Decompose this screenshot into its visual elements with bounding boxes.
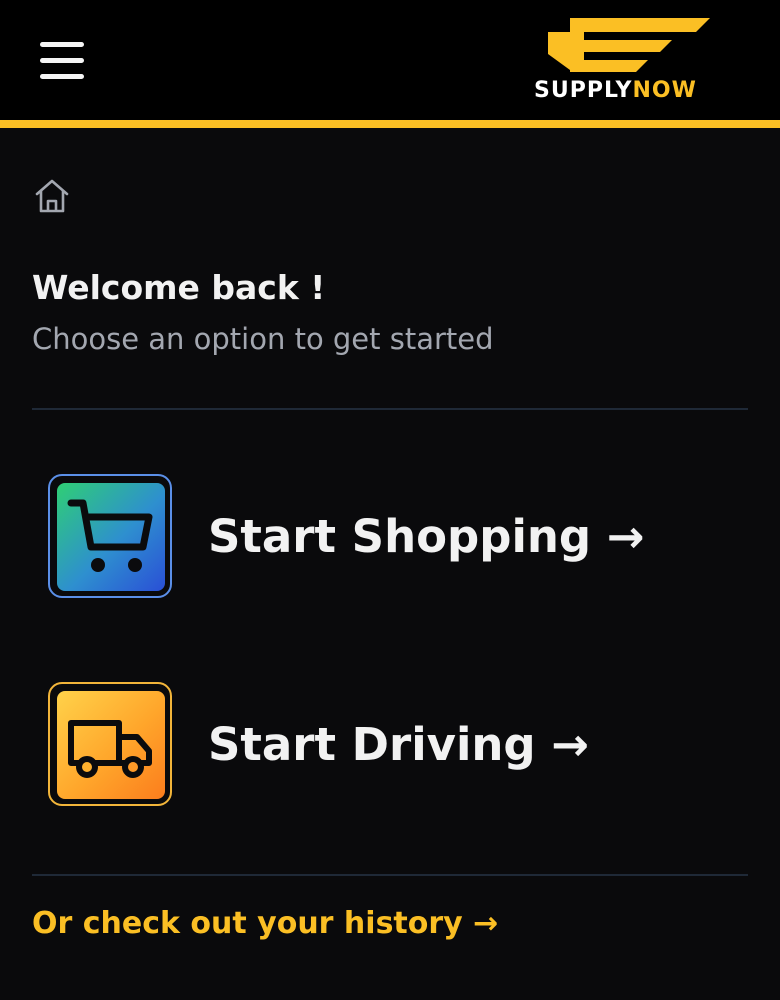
hamburger-menu-icon xyxy=(40,42,84,47)
driving-tile xyxy=(48,682,172,806)
start-driving-label: Start Driving → xyxy=(208,718,590,771)
menu-button[interactable] xyxy=(36,38,88,82)
supplynow-logo-mark-icon xyxy=(548,18,710,72)
page-title: Welcome back ! xyxy=(32,268,326,307)
start-shopping-option[interactable]: Start Shopping → xyxy=(48,474,728,602)
home-icon xyxy=(35,179,69,213)
start-driving-option[interactable]: Start Driving → xyxy=(48,682,728,810)
history-link[interactable]: Or check out your history → xyxy=(32,906,498,941)
start-shopping-label: Start Shopping → xyxy=(208,510,645,563)
logo-wordmark: SUPPLYNOW xyxy=(534,78,697,103)
logo-text-now: NOW xyxy=(632,78,697,103)
page-subtitle: Choose an option to get started xyxy=(32,322,494,356)
delivery-truck-icon xyxy=(68,720,152,778)
divider-top xyxy=(32,408,748,410)
shopping-cart-icon xyxy=(67,499,153,572)
top-bar: SUPPLYNOW xyxy=(0,0,780,120)
divider-bottom xyxy=(32,874,748,876)
supplynow-logo[interactable]: SUPPLYNOW xyxy=(530,14,740,106)
shopping-tile xyxy=(48,474,172,598)
header-accent-bar xyxy=(0,120,780,128)
logo-text-supply: SUPPLY xyxy=(534,78,633,103)
breadcrumb-home[interactable] xyxy=(32,176,72,216)
